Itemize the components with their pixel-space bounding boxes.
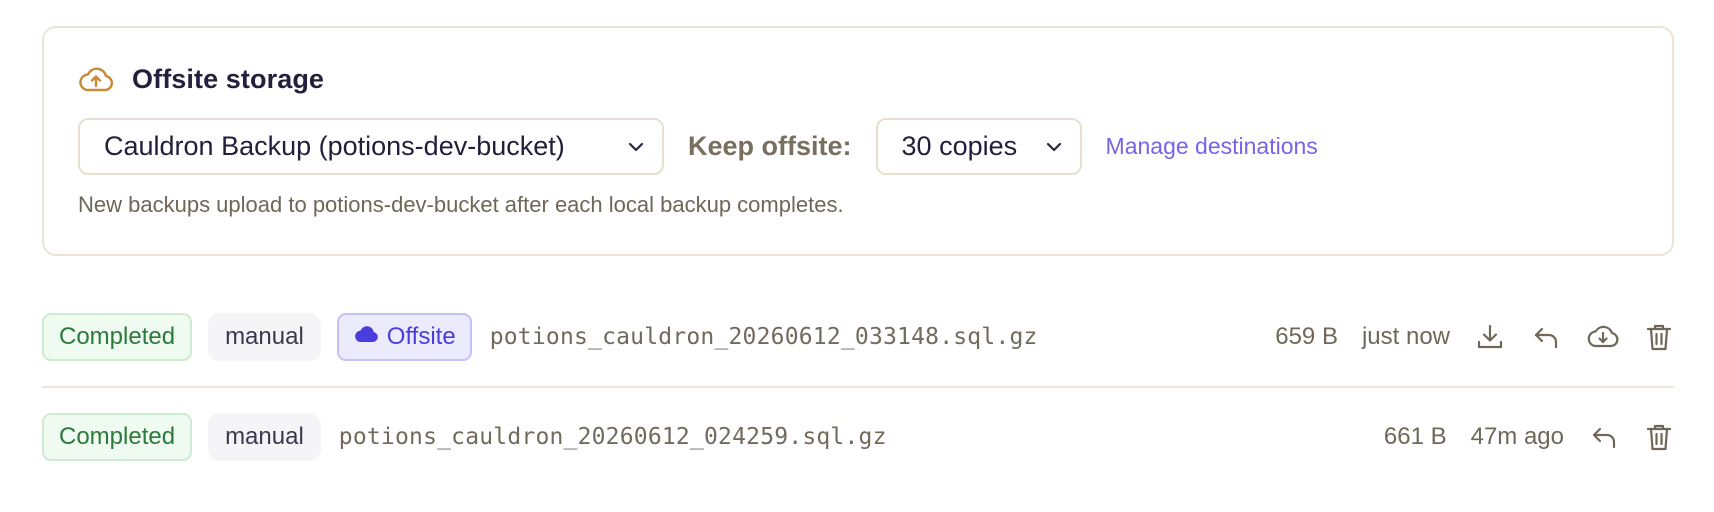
offsite-controls: Cauldron Backup (potions-dev-bucket) Kee…	[78, 118, 1318, 175]
keep-copies-value: 30 copies	[901, 131, 1018, 161]
offsite-badge: Offsite	[336, 313, 472, 361]
destination-select-value: Cauldron Backup (potions-dev-bucket)	[104, 131, 565, 161]
restore-icon[interactable]	[1530, 321, 1562, 353]
row-divider	[42, 386, 1674, 388]
backup-size: 661 B	[1383, 423, 1447, 450]
backup-row: Completed manual Offsite potions_cauldro…	[42, 312, 1674, 362]
backup-filename: potions_cauldron_20260612_024259.sql.gz	[338, 424, 887, 450]
chevron-down-icon	[1044, 140, 1064, 154]
trash-icon[interactable]	[1644, 421, 1674, 453]
offsite-badge-label: Offsite	[386, 323, 456, 350]
backup-row: Completed manual potions_cauldron_202606…	[42, 412, 1674, 462]
cloud-upload-icon	[78, 65, 114, 95]
backup-filename: potions_cauldron_20260612_033148.sql.gz	[489, 324, 1038, 350]
offsite-storage-header: Offsite storage	[78, 64, 324, 95]
backup-size: 659 B	[1275, 323, 1338, 350]
cloud-icon	[353, 323, 379, 351]
backup-age: just now	[1361, 323, 1450, 350]
offsite-storage-card: Offsite storage Cauldron Backup (potions…	[42, 26, 1674, 256]
keep-offsite-label: Keep offsite:	[688, 131, 852, 161]
trash-icon[interactable]	[1644, 321, 1674, 353]
offsite-helper-text: New backups upload to potions-dev-bucket…	[78, 192, 844, 217]
keep-copies-select[interactable]: 30 copies	[875, 118, 1082, 175]
status-badge: Completed	[42, 413, 193, 461]
backup-age: 47m ago	[1470, 423, 1564, 450]
status-badge: Completed	[42, 313, 193, 361]
restore-icon[interactable]	[1588, 421, 1620, 453]
trigger-badge: manual	[208, 313, 321, 361]
destination-select[interactable]: Cauldron Backup (potions-dev-bucket)	[78, 118, 664, 175]
offsite-storage-title: Offsite storage	[132, 64, 325, 94]
cloud-download-icon[interactable]	[1586, 321, 1620, 353]
download-icon[interactable]	[1474, 321, 1506, 353]
backup-meta: 661 B 47m ago	[1384, 412, 1674, 462]
chevron-down-icon	[626, 140, 646, 154]
backup-meta: 659 B just now	[1275, 312, 1674, 362]
trigger-badge: manual	[208, 413, 321, 461]
manage-destinations-link[interactable]: Manage destinations	[1106, 133, 1318, 160]
